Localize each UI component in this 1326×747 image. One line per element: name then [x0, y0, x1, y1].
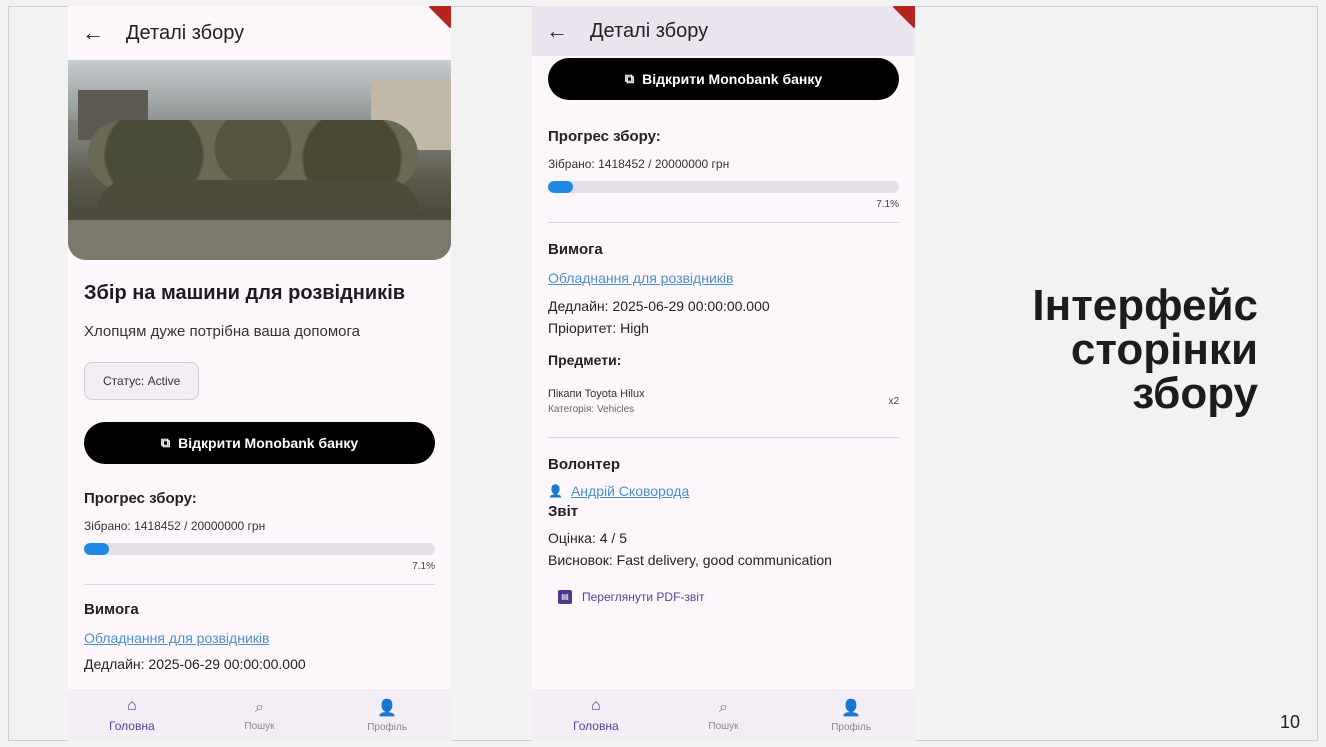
requirement-deadline: Дедлайн: 2025-06-29 00:00:00.000	[548, 298, 770, 314]
app-bar-title: Деталі збору	[590, 19, 709, 42]
phone-screen-right: ← Деталі збору ⧉ Відкрити Monobank банку…	[532, 6, 915, 741]
nav-profile[interactable]: 👤 Профіль	[801, 698, 901, 733]
progress-bar-fill	[84, 543, 109, 555]
campaign-title: Збір на машини для розвідників	[84, 282, 406, 304]
status-badge: Статус: Active	[84, 362, 200, 400]
divider	[548, 222, 899, 223]
open-monobank-button[interactable]: ⧉ Відкрити Monobank банку	[84, 422, 435, 464]
app-bar: ← Деталі збору	[532, 6, 915, 56]
item-name: Пікапи Toyota Hilux	[548, 388, 645, 400]
volunteer-heading: Волонтер	[548, 456, 621, 473]
progress-bar-fill	[548, 181, 573, 193]
nav-search[interactable]: ⌕ Пошук	[673, 699, 773, 732]
bottom-navigation: ⌂ Головна ⌕ Пошук 👤 Профіль	[68, 689, 451, 741]
progress-percent: 7.1%	[412, 561, 435, 572]
slide-heading-line: Інтерфейс	[1032, 281, 1258, 330]
search-icon: ⌕	[255, 698, 264, 716]
app-bar-title: Деталі збору	[126, 21, 245, 44]
volunteer-link[interactable]: Андрій Сковорода	[571, 483, 689, 499]
requirement-heading: Вимога	[84, 601, 139, 618]
person-icon: 👤	[377, 699, 398, 717]
requirement-priority: Пріоритет: High	[548, 320, 649, 336]
view-pdf-button[interactable]: ▤ Переглянути PDF-звіт	[558, 590, 899, 604]
open-external-icon: ⧉	[160, 435, 171, 450]
volunteer-row: 👤 Андрій Сковорода	[548, 483, 899, 499]
progress-bar	[84, 543, 435, 555]
pdf-icon: ▤	[558, 590, 572, 604]
progress-heading: Прогрес збору:	[548, 128, 661, 145]
campaign-photo	[68, 60, 451, 260]
back-arrow-icon[interactable]: ←	[82, 20, 126, 46]
person-icon: 👤	[548, 484, 563, 498]
report-heading: Звіт	[548, 503, 579, 520]
open-monobank-button[interactable]: ⧉ Відкрити Monobank банку	[548, 58, 899, 100]
campaign-description: Хлопцям дуже потрібна ваша допомога	[84, 323, 360, 340]
nav-search-label: Пошук	[708, 720, 739, 732]
item-category: Категорія: Vehicles	[548, 404, 635, 415]
progress-collected-text: Зібрано: 1418452 / 20000000 грн	[548, 157, 730, 171]
page-number: 10	[1279, 712, 1300, 732]
back-arrow-icon[interactable]: ←	[546, 18, 590, 44]
progress-collected-text: Зібрано: 1418452 / 20000000 грн	[84, 519, 266, 533]
progress-heading: Прогрес збору:	[84, 490, 197, 507]
nav-home-label: Головна	[573, 719, 619, 733]
requirement-link[interactable]: Обладнання для розвідників	[84, 630, 435, 646]
progress-bar	[548, 181, 899, 193]
nav-home-label: Головна	[109, 719, 155, 733]
divider	[84, 584, 435, 585]
home-icon: ⌂	[126, 697, 137, 714]
slide-heading-line: збору	[1132, 369, 1258, 418]
requirement-heading: Вимога	[548, 241, 603, 258]
item-quantity: x2	[888, 396, 899, 407]
list-item: Пікапи Toyota Hilux Категорія: Vehicles …	[548, 388, 899, 415]
bottom-navigation: ⌂ Головна ⌕ Пошук 👤 Профіль	[532, 689, 915, 741]
nav-profile-label: Профіль	[831, 721, 872, 733]
search-icon: ⌕	[719, 698, 728, 716]
phone-screen-left: ← Деталі збору Збір на машини для розвід…	[68, 6, 451, 741]
nav-home[interactable]: ⌂ Головна	[82, 697, 182, 733]
report-rating: Оцінка: 4 / 5	[548, 530, 627, 546]
nav-profile-label: Профіль	[367, 721, 408, 733]
view-pdf-label: Переглянути PDF-звіт	[582, 590, 705, 604]
home-icon: ⌂	[590, 697, 601, 714]
nav-home[interactable]: ⌂ Головна	[546, 697, 646, 733]
open-monobank-label: Відкрити Monobank банку	[642, 71, 823, 87]
open-external-icon: ⧉	[624, 71, 635, 86]
requirement-link[interactable]: Обладнання для розвідників	[548, 270, 899, 286]
nav-search[interactable]: ⌕ Пошук	[209, 699, 309, 732]
nav-profile[interactable]: 👤 Профіль	[337, 698, 437, 733]
items-heading: Предмети:	[548, 352, 622, 368]
app-bar: ← Деталі збору	[68, 6, 451, 60]
requirement-deadline: Дедлайн: 2025-06-29 00:00:00.000	[84, 656, 306, 672]
report-conclusion: Висновок: Fast delivery, good communicat…	[548, 552, 832, 568]
slide-heading: Інтерфейс сторінки збору	[1032, 284, 1258, 416]
progress-percent: 7.1%	[876, 199, 899, 210]
open-monobank-label: Відкрити Monobank банку	[178, 435, 359, 451]
divider	[548, 437, 899, 438]
person-icon: 👤	[841, 699, 862, 717]
slide-heading-line: сторінки	[1070, 325, 1258, 374]
nav-search-label: Пошук	[244, 720, 275, 732]
